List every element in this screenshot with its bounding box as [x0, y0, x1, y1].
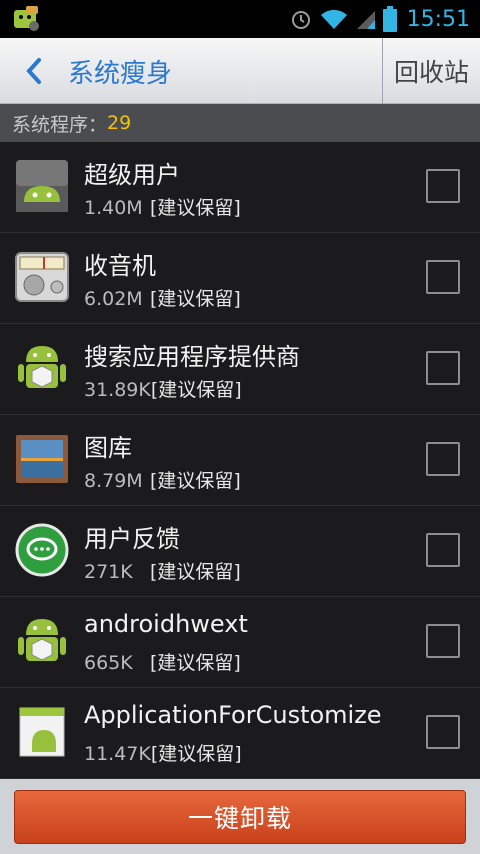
app-meta: 271K [建议保留]	[84, 557, 241, 584]
app-size: 6.02M	[84, 288, 143, 310]
one-key-uninstall-button[interactable]: 一键卸载	[14, 790, 466, 844]
select-checkbox[interactable]	[426, 715, 460, 749]
feedback-icon	[15, 523, 69, 577]
app-name: ApplicationForCustomize	[84, 701, 382, 729]
list-item[interactable]: 搜索应用程序提供商 31.89K[建议保留]	[0, 324, 480, 415]
keep-tag: [建议保留]	[150, 743, 242, 765]
app-name: 收音机	[84, 252, 156, 280]
keep-tag: [建议保留]	[150, 652, 241, 674]
list-item[interactable]: 图库 8.79M [建议保留]	[0, 415, 480, 506]
battery-icon	[382, 6, 397, 32]
bottom-action-bar: 一键卸载	[0, 779, 480, 854]
select-checkbox[interactable]	[426, 169, 460, 203]
list-item[interactable]: androidhwext 665K [建议保留]	[0, 597, 480, 688]
app-meta: 665K [建议保留]	[84, 648, 241, 675]
app-count: 29	[107, 112, 132, 134]
select-checkbox[interactable]	[426, 442, 460, 476]
app-meta: 1.40M [建议保留]	[84, 193, 241, 220]
gallery-icon	[16, 435, 68, 483]
app-size: 11.47K	[84, 743, 151, 765]
screen: { "status_bar": { "time": "15:51" }, "he…	[0, 0, 480, 854]
section-header: 系统程序： 29	[0, 104, 480, 142]
app-size: 8.79M	[84, 470, 143, 492]
app-name: androidhwext	[84, 610, 248, 638]
list-item[interactable]: 用户反馈 271K [建议保留]	[0, 506, 480, 597]
page-title: 系统瘦身	[68, 58, 173, 89]
notification-app-icon	[14, 6, 39, 31]
app-size: 1.40M	[84, 197, 143, 219]
app-size: 665K	[84, 652, 133, 674]
signal-icon	[356, 11, 375, 29]
app-meta: 8.79M [建议保留]	[84, 466, 241, 493]
section-label: 系统程序：	[12, 113, 108, 136]
wifi-icon	[320, 9, 347, 29]
select-checkbox[interactable]	[426, 260, 460, 294]
app-meta: 31.89K[建议保留]	[84, 375, 242, 402]
app-name: 超级用户	[84, 161, 180, 189]
app-meta: 11.47K[建议保留]	[84, 739, 242, 766]
app-name: 图库	[84, 434, 132, 462]
keep-tag: [建议保留]	[150, 561, 241, 583]
android-package-icon	[18, 619, 66, 661]
keep-tag: [建议保留]	[150, 288, 241, 310]
app-name: 用户反馈	[84, 525, 180, 553]
app-size: 271K	[84, 561, 133, 583]
list-item[interactable]: 收音机 6.02M [建议保留]	[0, 233, 480, 324]
title-bar: 系统瘦身 回收站	[0, 38, 480, 104]
keep-tag: [建议保留]	[150, 197, 241, 219]
list-item[interactable]: 超级用户 1.40M [建议保留]	[0, 142, 480, 233]
radio-icon	[15, 252, 69, 302]
app-name: 搜索应用程序提供商	[84, 343, 300, 371]
android-package-icon	[18, 346, 66, 388]
recycle-bin-button[interactable]: 回收站	[382, 38, 480, 104]
chevron-left-icon	[26, 58, 41, 84]
app-size: 31.89K	[84, 379, 151, 401]
back-button[interactable]: 系统瘦身	[0, 38, 382, 104]
keep-tag: [建议保留]	[150, 470, 241, 492]
keep-tag: [建议保留]	[150, 379, 242, 401]
clock: 15:51	[406, 6, 470, 32]
superuser-icon	[16, 160, 68, 212]
select-checkbox[interactable]	[426, 533, 460, 567]
select-checkbox[interactable]	[426, 624, 460, 658]
list-item[interactable]: ApplicationForCustomize 11.47K[建议保留]	[0, 688, 480, 779]
status-bar: 15:51	[0, 0, 480, 38]
alarm-icon	[291, 11, 310, 29]
select-checkbox[interactable]	[426, 351, 460, 385]
android-document-icon	[19, 707, 65, 757]
app-list: 超级用户 1.40M [建议保留] 收音机 6.02M [建议保留] 搜索应用程…	[0, 142, 480, 779]
app-meta: 6.02M [建议保留]	[84, 284, 241, 311]
